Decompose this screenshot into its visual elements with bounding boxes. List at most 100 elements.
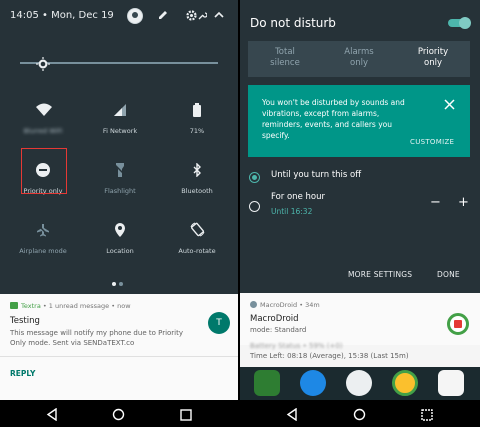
decrease-duration-button[interactable]: − bbox=[430, 195, 441, 210]
customize-button[interactable]: CUSTOMIZE bbox=[410, 138, 454, 146]
done-button[interactable]: DONE bbox=[437, 270, 460, 279]
notification-subtitle: mode: Standard bbox=[250, 326, 307, 334]
date: Mon, Dec 19 bbox=[51, 10, 114, 21]
segment-label: Priority bbox=[417, 47, 449, 57]
auto-rotate-icon bbox=[189, 222, 205, 238]
segment-total-silence[interactable]: Total silence bbox=[248, 47, 322, 69]
brightness-slider[interactable] bbox=[20, 56, 220, 71]
back-icon[interactable] bbox=[286, 406, 300, 422]
dnd-mode-selector: Total silence Alarms only Priority only bbox=[248, 41, 470, 77]
page-indicator bbox=[112, 271, 126, 290]
textra-notification[interactable]: Textra • 1 unread message • now Testing … bbox=[0, 294, 238, 400]
tile-flashlight[interactable]: Flashlight bbox=[80, 156, 160, 202]
priority-info-card: You won't be disturbed by sounds and vib… bbox=[248, 85, 470, 157]
segment-label: Total bbox=[275, 47, 295, 57]
tile-label: Fi Network bbox=[102, 127, 138, 135]
airplane-off-icon bbox=[35, 222, 51, 238]
notification-time: • 34m bbox=[297, 301, 320, 309]
macrodroid-gear-icon bbox=[250, 301, 257, 308]
clock-date: 14:05 • Mon, Dec 19 bbox=[10, 10, 114, 21]
phone-app-icon[interactable] bbox=[300, 370, 326, 396]
page-dot-active bbox=[112, 282, 116, 286]
macrodroid-notification-area: MacroDroid • 34m MacroDroid mode: Standa… bbox=[240, 293, 480, 400]
back-icon[interactable] bbox=[46, 406, 60, 422]
segment-alarms-only[interactable]: Alarms only bbox=[322, 47, 396, 69]
option-one-hour-label[interactable]: For one hour bbox=[271, 192, 325, 202]
option-until-off-label[interactable]: Until you turn this off bbox=[271, 170, 361, 180]
tile-bluetooth[interactable]: Bluetooth bbox=[157, 156, 237, 202]
user-avatar-icon[interactable] bbox=[127, 8, 143, 24]
location-pin-icon bbox=[112, 222, 128, 238]
macrodroid-notification[interactable]: MacroDroid • 34m MacroDroid mode: Standa… bbox=[240, 293, 480, 345]
notification-meta: • 1 unread message • now bbox=[40, 302, 131, 310]
macrodroid-app-icon bbox=[447, 313, 469, 335]
tile-label: Auto-rotate bbox=[178, 247, 216, 255]
reply-button[interactable]: REPLY bbox=[10, 369, 35, 378]
tile-label: Location bbox=[106, 247, 134, 255]
bluetooth-icon bbox=[189, 162, 205, 178]
wifi-icon bbox=[35, 102, 52, 118]
notification-title: Testing bbox=[10, 316, 40, 326]
tile-auto-rotate[interactable]: Auto-rotate bbox=[157, 216, 237, 262]
segment-label: only bbox=[424, 58, 442, 68]
segment-label: only bbox=[350, 58, 368, 68]
tile-label: Blurred WiFi bbox=[23, 127, 63, 135]
dnd-title: Do not disturb bbox=[250, 16, 336, 30]
radio-until-off[interactable] bbox=[249, 172, 260, 183]
info-text: You won't be disturbed by sounds and vib… bbox=[262, 98, 405, 140]
notification-app-name: MacroDroid bbox=[260, 301, 298, 309]
battery-status-partial: Battery Status • 59% (+0) bbox=[250, 342, 343, 350]
flashlight-off-icon bbox=[112, 162, 128, 178]
home-icon[interactable] bbox=[353, 406, 367, 421]
radio-one-hour[interactable] bbox=[249, 201, 260, 212]
notification-body: This message will notify my phone due to… bbox=[10, 329, 184, 347]
edit-pencil-icon[interactable] bbox=[156, 9, 170, 23]
brightness-sun-icon[interactable] bbox=[36, 56, 50, 71]
increase-duration-button[interactable]: + bbox=[458, 195, 469, 210]
textra-app-icon bbox=[10, 302, 18, 309]
option-one-hour-until: Until 16:32 bbox=[271, 207, 313, 216]
page-dot bbox=[119, 282, 123, 286]
segment-label: silence bbox=[270, 58, 300, 68]
segment-priority-only[interactable]: Priority only bbox=[396, 47, 470, 69]
tile-label: 71% bbox=[189, 127, 205, 135]
segment-label: Alarms bbox=[344, 47, 374, 57]
recents-icon[interactable] bbox=[180, 406, 194, 421]
recents-icon[interactable] bbox=[421, 406, 435, 421]
notification-title: MacroDroid bbox=[250, 314, 299, 324]
home-icon[interactable] bbox=[112, 406, 126, 421]
tile-label: Flashlight bbox=[104, 187, 136, 195]
home-dock bbox=[240, 367, 480, 400]
contact-avatar: T bbox=[208, 312, 230, 334]
notification-app-name: Textra bbox=[21, 302, 41, 310]
cell-signal-icon bbox=[112, 102, 128, 118]
battery-notification[interactable]: Battery Status • 59% (+0) Time Left: 08:… bbox=[240, 342, 480, 367]
settings-gear-icon[interactable] bbox=[184, 9, 198, 23]
tile-location[interactable]: Location bbox=[80, 216, 160, 262]
tile-battery[interactable]: 71% bbox=[157, 96, 237, 142]
notification-header: Textra • 1 unread message • now bbox=[10, 302, 131, 310]
tile-label: Airplane mode bbox=[19, 247, 67, 255]
navigation-bar bbox=[0, 400, 238, 427]
wrench-icon bbox=[197, 9, 208, 23]
tile-wifi[interactable]: Blurred WiFi bbox=[3, 96, 83, 142]
more-settings-button[interactable]: MORE SETTINGS bbox=[348, 270, 412, 279]
toggle-knob bbox=[459, 17, 471, 29]
close-icon[interactable] bbox=[444, 95, 456, 110]
status-header: 14:05 • Mon, Dec 19 bbox=[0, 0, 238, 34]
navigation-bar bbox=[240, 400, 480, 427]
notification-header: MacroDroid • 34m bbox=[250, 301, 320, 309]
collapse-chevron-up-icon[interactable] bbox=[212, 9, 226, 23]
photos-app-icon[interactable] bbox=[438, 370, 464, 396]
tile-fi-network[interactable]: Fi Network bbox=[80, 96, 160, 142]
app-drawer-icon[interactable] bbox=[346, 370, 372, 396]
dock-app-icon[interactable] bbox=[254, 370, 280, 396]
quick-settings-panel: 14:05 • Mon, Dec 19 Blurred WiFi Fi Netw… bbox=[0, 0, 238, 427]
priority-only-highlight-box bbox=[21, 148, 67, 194]
chrome-app-icon[interactable] bbox=[392, 370, 418, 396]
do-not-disturb-panel: Do not disturb Total silence Alarms only… bbox=[240, 0, 480, 427]
battery-icon bbox=[189, 102, 205, 118]
notification-divider bbox=[0, 356, 238, 357]
tile-airplane-mode[interactable]: Airplane mode bbox=[3, 216, 83, 262]
dnd-toggle-switch[interactable] bbox=[448, 17, 471, 29]
